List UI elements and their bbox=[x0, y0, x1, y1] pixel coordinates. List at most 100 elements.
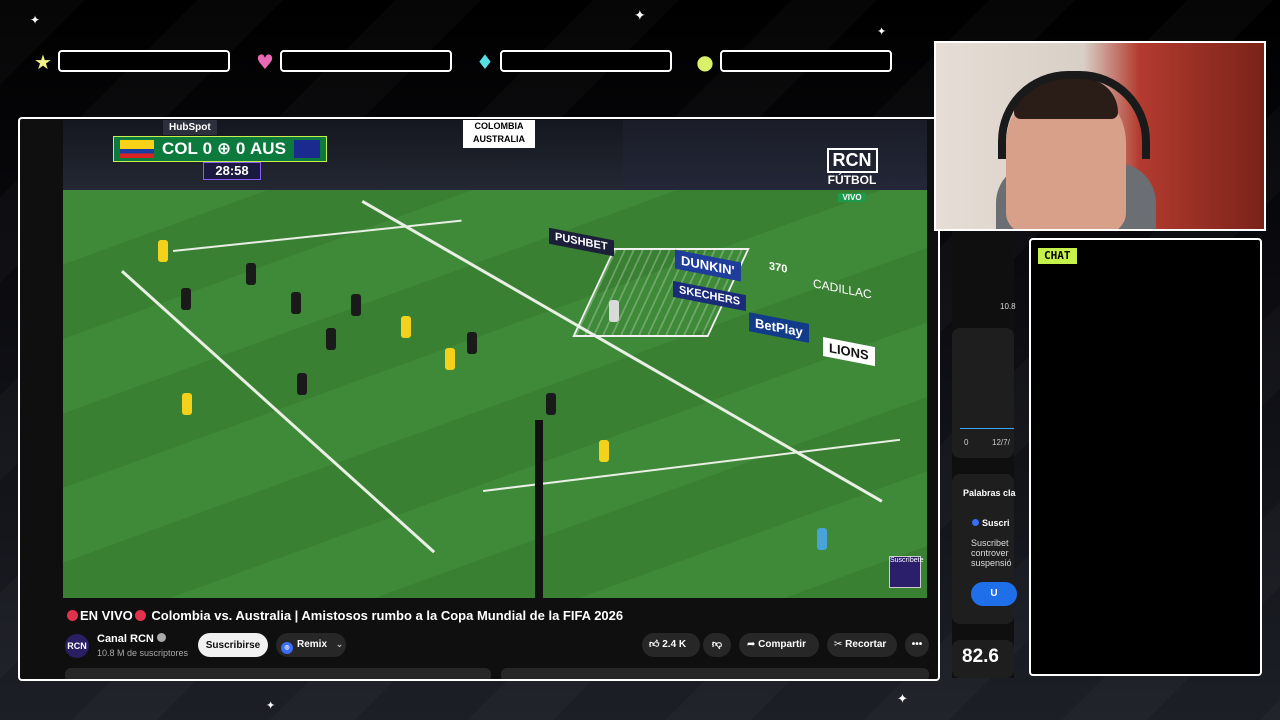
sparkle-icon: ✦ bbox=[877, 25, 887, 38]
thumbs-down-icon: 👎︎ bbox=[711, 639, 723, 650]
ball-icon: ⊕ bbox=[216, 139, 232, 159]
subscribe-button[interactable]: Suscribirse bbox=[198, 633, 268, 657]
title-text: Colombia vs. Australia | Amistosos rumbo… bbox=[151, 608, 624, 623]
keyword-text-line: controver bbox=[971, 548, 1009, 558]
keywords-card: Palabras cla Suscri Suscribet controver … bbox=[952, 474, 1017, 624]
verified-icon bbox=[156, 633, 166, 642]
player bbox=[467, 332, 477, 354]
clip-label: Recortar bbox=[845, 639, 887, 650]
away-score: 0 bbox=[235, 139, 246, 158]
keyword-label: Suscri bbox=[982, 518, 1010, 528]
score-card: 82.6 bbox=[952, 640, 1014, 678]
like-count: 2.4 K bbox=[662, 639, 687, 650]
description-card[interactable] bbox=[65, 668, 491, 679]
player bbox=[401, 316, 411, 338]
keyword-item[interactable]: Suscri bbox=[972, 518, 1010, 528]
player bbox=[291, 292, 301, 314]
player bbox=[182, 393, 192, 415]
channel-row: RCN Canal RCN 10.8 M de suscriptores Sus… bbox=[65, 632, 929, 662]
pitch bbox=[63, 190, 927, 598]
scorebug: COL 0 ⊕ 0 AUS bbox=[113, 136, 327, 162]
channel-name[interactable]: Canal RCN bbox=[97, 633, 166, 645]
subscribe-watermark[interactable]: Suscríbete bbox=[889, 556, 924, 588]
hud-bars: ★ ♥ ♦ ● bbox=[30, 48, 900, 76]
sparkle-icon: ✦ bbox=[30, 13, 41, 27]
player bbox=[297, 373, 307, 395]
subscriber-count: 10.8 M de suscriptores bbox=[97, 648, 189, 658]
share-button[interactable]: ➦ Compartir bbox=[739, 633, 819, 657]
player bbox=[546, 393, 556, 415]
youtube-frame: DUNKIN' BetPlay LIONS SKECHERS CADILLAC … bbox=[18, 117, 940, 681]
webcam-frame bbox=[934, 41, 1266, 231]
logo-name: FÚTBOL bbox=[827, 173, 877, 187]
player bbox=[445, 348, 455, 370]
like-button[interactable]: 👍︎ 2.4 K bbox=[642, 633, 700, 657]
sparkle-icon: ✦ bbox=[897, 692, 908, 707]
chevron-down-icon: ⌄ bbox=[335, 640, 344, 650]
thumbs-up-icon: 👍︎ bbox=[649, 639, 660, 650]
diamond-bar bbox=[500, 50, 672, 72]
colombia-flag-icon bbox=[120, 140, 154, 158]
scissors-icon: ✂ bbox=[834, 639, 843, 650]
stats-chart: 0 12/7/ bbox=[952, 328, 1014, 458]
heart-bar bbox=[280, 50, 452, 72]
side-subs: 10.8 bbox=[1000, 302, 1016, 311]
referee bbox=[817, 528, 827, 550]
live-dot-icon bbox=[134, 610, 146, 621]
player bbox=[246, 263, 256, 285]
below-video-cards bbox=[65, 668, 929, 679]
match-clock: 28:58 bbox=[203, 162, 261, 180]
more-button[interactable]: ••• bbox=[905, 633, 929, 657]
sparkle-icon: ✦ bbox=[266, 699, 276, 712]
more-icon: ••• bbox=[911, 639, 923, 650]
australia-flag-icon bbox=[293, 140, 320, 158]
video-title: EN VIVO Colombia vs. Australia | Amistos… bbox=[65, 608, 925, 623]
remix-button[interactable]: ◎ Remix ⌄ bbox=[276, 633, 346, 657]
star-icon: ★ bbox=[34, 50, 52, 74]
live-dot-icon bbox=[67, 610, 78, 621]
clip-button[interactable]: ✂ Recortar bbox=[827, 633, 897, 657]
keyword-text-line: suspensió bbox=[971, 558, 1012, 568]
score-value: 82.6 bbox=[962, 646, 999, 667]
chart-line bbox=[960, 428, 1014, 429]
share-label: Compartir bbox=[758, 639, 806, 650]
top-banner: COLOMBIA AUSTRALIA bbox=[463, 120, 535, 148]
keywords-title: Palabras cla bbox=[963, 488, 1016, 498]
chat-label: CHAT bbox=[1038, 248, 1077, 264]
share-icon: ➦ bbox=[747, 639, 756, 650]
camera-pole bbox=[535, 420, 543, 598]
player bbox=[599, 440, 609, 462]
player bbox=[351, 294, 361, 316]
player bbox=[181, 288, 191, 310]
coin-icon: ● bbox=[696, 50, 714, 74]
keyword-text-line: Suscribet bbox=[971, 538, 1009, 548]
rcn-futbol-logo: RCN FÚTBOL VIVO bbox=[823, 148, 881, 202]
sparkle-icon: ✦ bbox=[634, 8, 646, 24]
goalkeeper bbox=[609, 300, 619, 322]
channel-name-text: Canal RCN bbox=[97, 633, 154, 645]
home-team: COL bbox=[162, 139, 198, 158]
keyword-cta-button[interactable]: U bbox=[971, 582, 1017, 606]
comments-card[interactable] bbox=[501, 668, 929, 679]
heart-icon: ♥ bbox=[256, 50, 274, 74]
player bbox=[158, 240, 168, 262]
logo-mark: RCN bbox=[826, 148, 878, 173]
logo-sub: VIVO bbox=[838, 193, 866, 202]
chat-frame: CHAT bbox=[1029, 238, 1262, 676]
home-score: 0 bbox=[202, 139, 213, 158]
video-player[interactable]: DUNKIN' BetPlay LIONS SKECHERS CADILLAC … bbox=[63, 120, 927, 598]
away-team: AUS bbox=[250, 139, 286, 158]
keyword-icon bbox=[972, 519, 979, 526]
keyword-text: Suscribet controver suspensió bbox=[971, 538, 1012, 568]
cta-label: U bbox=[990, 588, 998, 599]
coin-bar bbox=[720, 50, 892, 72]
dislike-button[interactable]: 👎︎ bbox=[703, 633, 731, 657]
star-bar bbox=[58, 50, 230, 72]
remix-label: Remix bbox=[297, 639, 328, 650]
chart-x-start: 0 bbox=[964, 438, 969, 447]
watermark-label: Suscríbete bbox=[890, 557, 924, 564]
channel-avatar[interactable]: RCN bbox=[65, 634, 89, 658]
diamond-icon: ♦ bbox=[476, 50, 494, 74]
live-label: EN VIVO bbox=[80, 608, 133, 623]
sponsor-hubspot: HubSpot bbox=[163, 120, 217, 135]
